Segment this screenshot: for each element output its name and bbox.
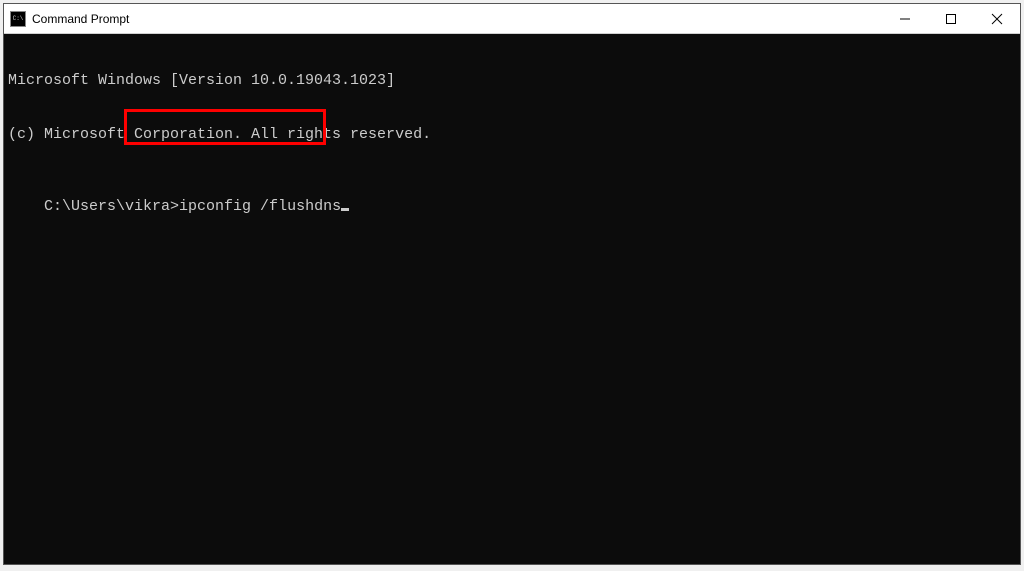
terminal-area[interactable]: Microsoft Windows [Version 10.0.19043.10…: [4, 34, 1020, 564]
window-title: Command Prompt: [32, 12, 129, 26]
cmd-icon: [10, 11, 26, 27]
minimize-icon: [900, 14, 910, 24]
app-window: Command Prompt Microsoft Windows [Versio…: [3, 3, 1021, 565]
titlebar[interactable]: Command Prompt: [4, 4, 1020, 34]
window-controls: [882, 4, 1020, 33]
prompt: C:\Users\vikra>: [44, 198, 179, 215]
minimize-button[interactable]: [882, 4, 928, 33]
output-line: (c) Microsoft Corporation. All rights re…: [8, 126, 1016, 144]
cursor: [341, 208, 349, 211]
typed-command: ipconfig /flushdns: [179, 198, 341, 215]
close-icon: [991, 13, 1003, 25]
output-line: Microsoft Windows [Version 10.0.19043.10…: [8, 72, 1016, 90]
close-button[interactable]: [974, 4, 1020, 33]
maximize-button[interactable]: [928, 4, 974, 33]
maximize-icon: [946, 14, 956, 24]
title-left: Command Prompt: [4, 11, 129, 27]
